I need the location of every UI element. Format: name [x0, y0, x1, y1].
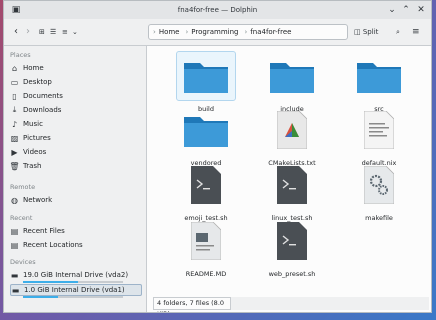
makefile-gear-icon	[349, 160, 409, 210]
script-file-icon	[262, 216, 322, 266]
drive-icon: ▬	[10, 270, 19, 280]
status-bar-filler	[231, 297, 429, 310]
drive-icon: ▬	[11, 285, 20, 295]
view-details-icon[interactable]: ≡	[62, 25, 68, 39]
maximize-icon[interactable]: ⌃	[400, 4, 412, 16]
file-item-default-nix[interactable]: default.nix	[344, 105, 414, 167]
recent-files-icon: ▤	[10, 226, 19, 236]
section-recent: Recent	[10, 214, 33, 222]
script-file-icon	[176, 160, 236, 210]
text-file-icon	[349, 105, 409, 155]
close-icon[interactable]: ✕	[415, 4, 427, 16]
file-item-linux-test[interactable]: linux_test.sh	[257, 160, 327, 222]
sidebar-item-drive-vda1[interactable]: ▬ 1.0 GiB Internal Drive (vda1)	[10, 284, 142, 296]
file-item-vendored[interactable]: vendored	[171, 105, 241, 167]
sidebar-item-pictures[interactable]: ▨ Pictures	[10, 132, 142, 144]
breadcrumb-item[interactable]: › fna4for-free	[244, 28, 291, 36]
network-icon: ◍	[11, 195, 18, 205]
drive-capacity-fill-vda2	[23, 281, 78, 283]
sidebar-item-videos[interactable]: ▶ Videos	[10, 146, 142, 158]
sidebar-item-downloads[interactable]: ⤓ Downloads	[10, 104, 142, 116]
minimize-icon[interactable]: ⌄	[386, 4, 398, 16]
folder-icon	[349, 51, 409, 101]
places-panel: Places ⌂ Home ▭ Desktop ▯ Documents ⤓ Downlo…	[4, 46, 147, 312]
file-item-readme[interactable]: README.MD	[171, 216, 241, 278]
breadcrumb-chevron-icon: ›	[244, 28, 248, 36]
search-icon[interactable]: ⌕	[396, 25, 400, 39]
sidebar-item-music[interactable]: ♪ Music	[10, 118, 142, 130]
music-icon: ♪	[11, 119, 18, 129]
file-item-makefile[interactable]: makefile	[344, 160, 414, 222]
view-dropdown-chevron-icon[interactable]: ⌄	[72, 25, 78, 39]
sidebar-item-home[interactable]: ⌂ Home	[10, 62, 142, 74]
breadcrumb-chevron-icon: ›	[185, 28, 189, 36]
section-places: Places	[10, 51, 31, 59]
desktop-icon: ▭	[10, 77, 19, 87]
script-file-icon	[262, 160, 322, 210]
toolbar: ‹ › ⊞ ☰ ≡ ⌄ › Home › Programming › fna4for-…	[4, 19, 431, 46]
sidebar-item-network[interactable]: ◍ Network	[10, 194, 142, 206]
split-button[interactable]: ◫ Split	[354, 25, 378, 39]
folder-icon	[176, 105, 236, 155]
breadcrumb-chevron-icon: ›	[153, 28, 156, 36]
sidebar-item-documents[interactable]: ▯ Documents	[10, 90, 142, 102]
drive-capacity-fill-vda1	[23, 296, 58, 298]
view-icons-icon[interactable]: ⊞	[39, 25, 45, 39]
breadcrumb[interactable]: › Home › Programming › fna4for-free	[148, 24, 348, 40]
app-menu-icon[interactable]: ▣	[10, 4, 22, 16]
section-devices: Devices	[10, 258, 36, 266]
breadcrumb-item[interactable]: › Programming	[185, 28, 238, 36]
drive-capacity-bar-vda2	[23, 281, 123, 283]
folder-icon	[176, 51, 236, 101]
file-item-emoji-test[interactable]: emoji_test.sh	[171, 160, 241, 222]
file-view[interactable]: build include src vendored CMakeLists.tx…	[147, 46, 431, 312]
documents-icon: ▯	[12, 91, 17, 101]
downloads-icon: ⤓	[12, 105, 17, 114]
breadcrumb-item[interactable]: › Home	[153, 28, 179, 36]
sidebar-item-desktop[interactable]: ▭ Desktop	[10, 76, 142, 88]
sidebar-item-trash[interactable]: 🗑 Trash	[9, 160, 142, 172]
view-compact-icon[interactable]: ☰	[50, 25, 56, 39]
back-button[interactable]: ‹	[14, 25, 18, 39]
file-item-web-preset[interactable]: web_preset.sh	[257, 216, 327, 278]
window-title: fna4for-free — Dolphin	[177, 6, 258, 14]
forward-button[interactable]: ›	[26, 25, 30, 39]
dolphin-window: ▣ fna4for-free — Dolphin ⌄ ⌃ ✕ ‹ › ⊞ ☰ ≡…	[3, 0, 432, 313]
readme-file-icon	[176, 216, 236, 266]
title-bar: ▣ fna4for-free — Dolphin ⌄ ⌃ ✕	[4, 1, 431, 19]
sidebar-item-recent-locations[interactable]: ▤ Recent Locations	[10, 239, 142, 251]
hamburger-menu-icon[interactable]: ≡	[412, 25, 420, 39]
sidebar-item-drive-vda2[interactable]: ▬ 19.0 GiB Internal Drive (vda2)	[10, 269, 142, 281]
split-icon: ◫	[354, 28, 361, 36]
sidebar-item-recent-files[interactable]: ▤ Recent Files	[10, 225, 142, 237]
pictures-icon: ▨	[10, 133, 19, 143]
home-icon: ⌂	[11, 63, 18, 73]
file-item-src[interactable]: src	[344, 51, 414, 113]
file-item-cmakelists[interactable]: CMakeLists.txt	[257, 105, 327, 167]
drive-capacity-bar-vda1	[23, 296, 123, 298]
folder-icon	[262, 51, 322, 101]
cmake-file-icon	[262, 105, 322, 155]
file-item-build[interactable]: build	[171, 51, 241, 113]
status-summary: 4 folders, 7 files (8.0 KiB)	[153, 297, 231, 312]
file-item-include[interactable]: include	[257, 51, 327, 113]
recent-locations-icon: ▤	[10, 240, 19, 250]
section-remote: Remote	[10, 183, 36, 191]
videos-icon: ▶	[11, 147, 18, 157]
trash-icon: 🗑	[9, 161, 20, 171]
